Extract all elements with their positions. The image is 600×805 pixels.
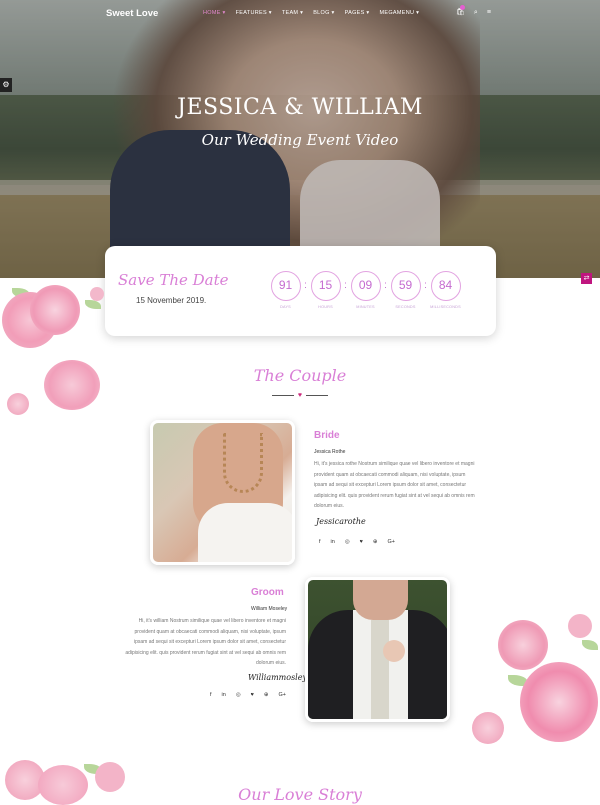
bride-name: Jessica Rothe xyxy=(314,449,346,455)
top-navbar: Sweet Love HOME ▾ FEATURES ▾ TEAM ▾ BLOG… xyxy=(0,0,600,28)
instagram-icon[interactable]: ◎ xyxy=(236,692,241,698)
bride-role: Bride xyxy=(314,430,340,441)
pinterest-icon[interactable]: ⊕ xyxy=(373,539,378,545)
wedding-date: 15 November 2019. xyxy=(136,296,207,305)
google-plus-icon[interactable]: G+ xyxy=(388,539,396,545)
groom-role: Groom xyxy=(251,587,284,598)
menu-item-team[interactable]: TEAM ▾ xyxy=(282,10,303,16)
instagram-icon[interactable]: ◎ xyxy=(345,539,350,545)
countdown-days-label: DAYS xyxy=(280,305,291,309)
countdown-separator: : xyxy=(384,280,387,291)
google-plus-icon[interactable]: G+ xyxy=(279,692,287,698)
facebook-icon[interactable]: f xyxy=(210,692,212,698)
bride-bio: Hi, it's jessica rothe Nostrum similique… xyxy=(314,461,475,509)
countdown-minutes-label: MINUTES xyxy=(356,305,375,309)
site-logo[interactable]: Sweet Love xyxy=(106,8,158,19)
menu-icon[interactable]: ≡ xyxy=(487,8,491,18)
hero-title: JESSICA & WILLIAM xyxy=(177,95,423,120)
countdown-hours-value: 15 xyxy=(310,271,341,301)
love-story-section-title: Our Love Story xyxy=(238,785,362,804)
countdown-separator: : xyxy=(344,280,347,291)
facebook-icon[interactable]: f xyxy=(319,539,321,545)
heart-icon: ♥ xyxy=(297,391,303,399)
couple-section-title: The Couple xyxy=(253,366,347,385)
twitter-icon[interactable]: ♥ xyxy=(251,692,254,698)
countdown-seconds: 59 SECONDS xyxy=(389,271,422,309)
menu-item-blog[interactable]: BLOG ▾ xyxy=(313,10,334,16)
groom-name: William Moseley xyxy=(251,606,288,612)
countdown-hours-label: HOURS xyxy=(318,305,333,309)
nav-icons: 🛍 ⌕ ≡ xyxy=(456,5,491,18)
menu-item-megamenu[interactable]: MEGAMENU ▾ xyxy=(380,10,420,16)
menu-item-pages[interactable]: PAGES ▾ xyxy=(345,10,370,16)
countdown-separator: : xyxy=(424,280,427,291)
bride-signature: Jessicarothe xyxy=(316,517,366,526)
bride-photo xyxy=(150,420,295,565)
countdown-hours: 15 HOURS xyxy=(309,271,342,309)
main-menu: HOME ▾ FEATURES ▾ TEAM ▾ BLOG ▾ PAGES ▾ … xyxy=(203,10,419,16)
countdown-days-value: 91 xyxy=(270,271,301,301)
save-the-date-card: Save The Date 15 November 2019. 91 DAYS … xyxy=(105,246,496,336)
cart-badge xyxy=(460,5,465,10)
countdown-minutes: 09 MINUTES xyxy=(349,271,382,309)
bride-social-links: f in ◎ ♥ ⊕ G+ xyxy=(319,539,395,545)
linkedin-icon[interactable]: in xyxy=(331,539,335,545)
groom-signature: Williammosley xyxy=(248,673,307,682)
menu-item-features[interactable]: FEATURES ▾ xyxy=(236,10,272,16)
groom-photo xyxy=(305,577,450,722)
countdown-milliseconds-value: 84 xyxy=(430,271,461,301)
countdown-seconds-label: SECONDS xyxy=(395,305,416,309)
save-the-date-title: Save The Date xyxy=(118,271,229,289)
twitter-icon[interactable]: ♥ xyxy=(360,539,363,545)
linkedin-icon[interactable]: in xyxy=(222,692,226,698)
countdown-seconds-value: 59 xyxy=(390,271,421,301)
settings-gear-icon[interactable]: ⚙ xyxy=(0,78,12,92)
groom-bio: Hi, it's william Nostrum similique quae … xyxy=(125,618,286,666)
search-icon[interactable]: ⌕ xyxy=(474,8,478,18)
ornament-divider: ♥ xyxy=(262,390,338,400)
countdown-milliseconds-label: MILLISECONDS xyxy=(430,305,461,309)
side-panel-toggle-icon[interactable]: ⇄ xyxy=(581,273,592,284)
menu-item-home[interactable]: HOME ▾ xyxy=(203,10,226,16)
cart-icon[interactable]: 🛍 xyxy=(456,5,465,18)
countdown-days: 91 DAYS xyxy=(269,271,302,309)
countdown-separator: : xyxy=(304,280,307,291)
pinterest-icon[interactable]: ⊕ xyxy=(264,692,269,698)
hero-subtitle: Our Wedding Event Video xyxy=(201,131,399,149)
countdown-milliseconds: 84 MILLISECONDS xyxy=(429,271,462,309)
groom-social-links: f in ◎ ♥ ⊕ G+ xyxy=(210,692,286,698)
countdown-minutes-value: 09 xyxy=(350,271,381,301)
countdown-timer: 91 DAYS : 15 HOURS : 09 MINUTES : 59 SEC… xyxy=(269,271,462,309)
